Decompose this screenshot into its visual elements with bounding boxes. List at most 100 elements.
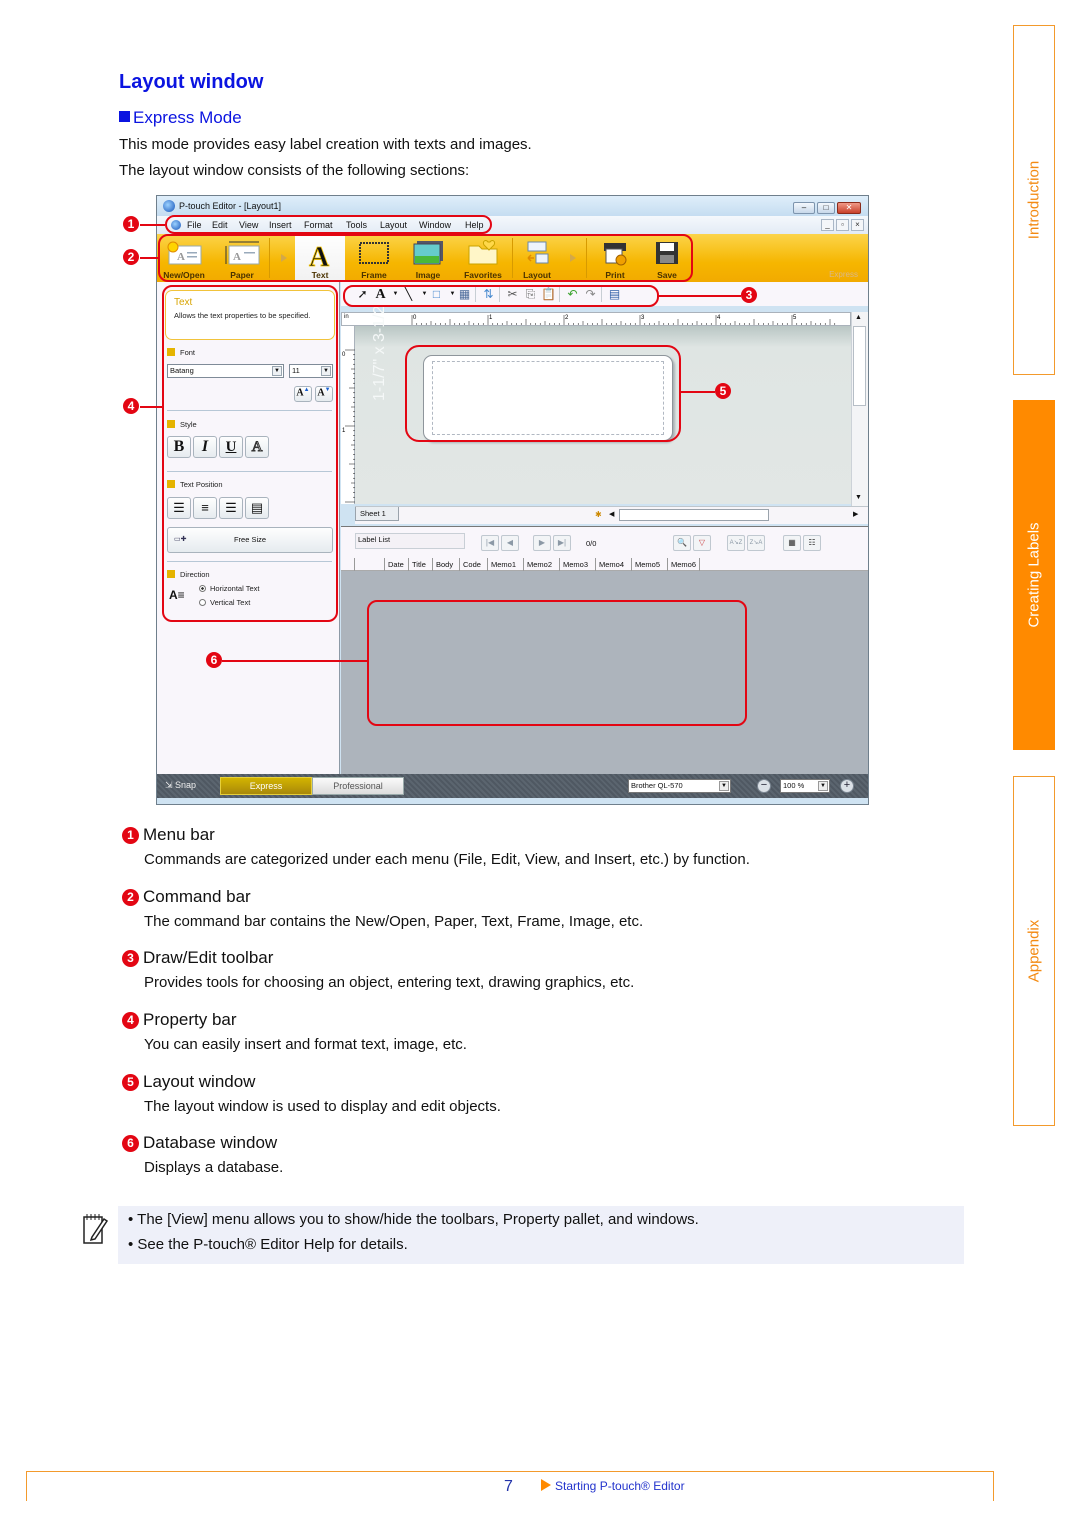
free-size-button[interactable]: ▭✚ Free Size [167,527,333,553]
footer-next-link[interactable]: Starting P-touch® Editor [541,1479,685,1493]
printer-dropdown[interactable]: Brother QL-570 ▼ [628,779,731,793]
column-header[interactable]: Memo4 [595,558,627,571]
column-header[interactable]: Body [432,558,456,571]
menu-file[interactable]: File [187,220,202,230]
paste-icon[interactable]: 📋 [541,287,556,302]
line-tool-icon[interactable]: ╲ [401,287,416,302]
close-button[interactable]: ✕ [837,202,861,214]
horizontal-text-radio[interactable]: Horizontal Text [199,584,259,593]
select-arrow-icon[interactable]: ➚ [355,287,370,302]
grid-view-icon[interactable]: ▦ [783,535,801,551]
side-tab-appendix[interactable]: Appendix [1013,776,1055,1126]
menu-window[interactable]: Window [419,220,451,230]
table-tool-icon[interactable]: ▦ [457,287,472,302]
underline-button[interactable]: U [219,436,243,458]
column-header[interactable]: Memo1 [487,558,519,571]
justify-button[interactable]: ▤ [245,497,269,519]
doc-minimize-button[interactable]: _ [821,219,834,231]
text-effect-button[interactable]: A [245,436,269,458]
column-header[interactable]: Date [384,558,407,571]
side-tab-creating-labels[interactable]: Creating Labels [1013,400,1055,750]
form-view-icon[interactable]: ☷ [803,535,821,551]
menu-insert[interactable]: Insert [269,220,292,230]
menu-layout[interactable]: Layout [380,220,407,230]
expand-arrow-icon[interactable] [281,254,287,262]
search-icon[interactable]: 🔍 [673,535,691,551]
callout-leader [681,391,715,393]
menu-view[interactable]: View [239,220,258,230]
command-frame[interactable]: Frame [349,234,399,282]
command-paper[interactable]: A Paper [217,234,267,282]
database-toolbar: Label List |◀ ◀ ▶ ▶| 0/0 🔍 ▽ A↘Z Z↘A ▦ ☷ [341,526,868,558]
align-right-button[interactable]: ☰ [219,497,243,519]
command-image[interactable]: Image [403,234,453,282]
column-header[interactable]: Title [408,558,429,571]
last-record-button[interactable]: ▶| [553,535,571,551]
expand-arrow-icon[interactable] [570,254,576,262]
column-header[interactable]: Memo5 [631,558,663,571]
sheet-tab[interactable]: Sheet 1 [355,507,399,521]
professional-mode-button[interactable]: Professional [312,777,404,795]
menu-tools[interactable]: Tools [346,220,367,230]
align-center-button[interactable]: ≡ [193,497,217,519]
arrange-icon[interactable]: ⇅ [481,287,496,302]
command-text[interactable]: A Text [295,234,345,282]
scroll-down-icon[interactable]: ▼ [855,494,862,501]
cut-icon[interactable]: ✂ [505,287,520,302]
scroll-thumb[interactable] [853,326,866,406]
doc-close-button[interactable]: × [851,219,864,231]
filter-icon[interactable]: ▽ [693,535,711,551]
shrink-font-button[interactable]: A▼ [315,386,333,402]
sort-ascending-icon[interactable]: A↘Z [727,535,745,551]
zoom-in-button[interactable]: + [840,779,854,793]
rectangle-tool-icon[interactable]: □ [429,287,444,302]
previous-record-button[interactable]: ◀ [501,535,519,551]
doc-restore-button[interactable]: ▫ [836,219,849,231]
scroll-right-icon[interactable]: ▶ [853,510,858,518]
scroll-up-icon[interactable]: ▲ [855,314,862,321]
column-header[interactable]: Code [459,558,484,571]
column-header[interactable]: Memo3 [559,558,591,571]
ruler-tick-label: 5 [793,315,797,321]
bold-button[interactable]: B [167,436,191,458]
vertical-scrollbar[interactable]: ▲ ▼ [851,312,868,506]
command-layout[interactable]: Layout [515,234,559,282]
menu-help[interactable]: Help [465,220,484,230]
command-save[interactable]: Save [643,234,691,282]
scroll-left-icon[interactable]: ◀ [609,510,614,518]
italic-button[interactable]: I [193,436,217,458]
text-icon: A [309,242,331,270]
column-header[interactable]: Memo6 [667,558,701,571]
vertical-text-radio[interactable]: Vertical Text [199,598,250,607]
command-favorites[interactable]: Favorites [457,234,509,282]
sort-descending-icon[interactable]: Z↘A [747,535,765,551]
zoom-out-button[interactable]: − [757,779,771,793]
menu-format[interactable]: Format [304,220,333,230]
copy-icon[interactable]: ⎘ [523,287,538,302]
menu-edit[interactable]: Edit [212,220,228,230]
redo-icon[interactable]: ↷ [583,287,598,302]
first-record-button[interactable]: |◀ [481,535,499,551]
minimize-button[interactable]: – [793,202,815,214]
command-print[interactable]: Print [589,234,641,282]
maximize-button[interactable]: □ [817,202,835,214]
undo-icon[interactable]: ↶ [565,287,580,302]
font-size-dropdown[interactable]: 11 ▼ [289,364,333,378]
label-preview[interactable] [423,355,673,441]
label-list-field[interactable]: Label List [355,533,465,549]
properties-icon[interactable]: ▤ [607,287,622,302]
align-left-button[interactable]: ☰ [167,497,191,519]
side-tab-introduction[interactable]: Introduction [1013,25,1055,375]
zoom-dropdown[interactable]: 100 % ▼ [780,779,830,793]
database-grid[interactable] [341,571,868,774]
grow-font-button[interactable]: A▲ [294,386,312,402]
horizontal-scrollbar[interactable] [619,509,769,521]
snap-toggle[interactable]: ⇲ Snap [165,780,196,791]
command-new-open[interactable]: A New/Open [159,234,209,282]
side-tab-label: Introduction [1025,160,1043,240]
new-sheet-icon[interactable]: ✱ [595,510,602,519]
express-mode-button[interactable]: Express [220,777,312,795]
column-header[interactable]: Memo2 [523,558,555,571]
font-dropdown[interactable]: Batang ▼ [167,364,284,378]
next-record-button[interactable]: ▶ [533,535,551,551]
